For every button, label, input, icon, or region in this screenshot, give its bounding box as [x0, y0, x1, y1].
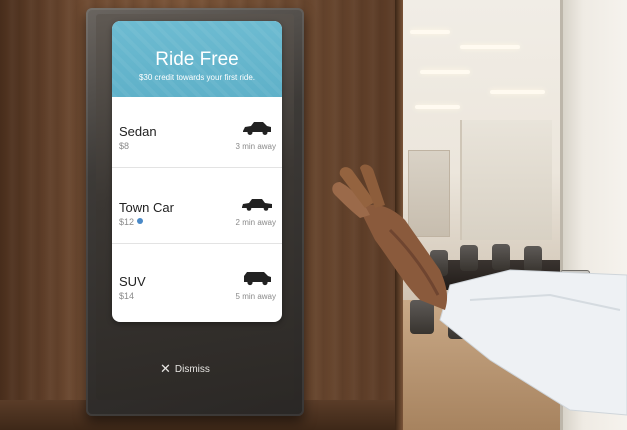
ride-name: Town Car — [119, 200, 174, 215]
ride-option-sedan[interactable]: Sedan $8 3 min away — [112, 97, 282, 168]
town-car-icon — [242, 199, 272, 211]
ride-name: SUV — [119, 274, 146, 289]
ride-option-town-car[interactable]: Town Car $12 2 min away — [112, 173, 282, 244]
ride-price: $8 — [119, 141, 130, 151]
sedan-icon — [243, 122, 271, 135]
ride-eta: 3 min away — [235, 142, 276, 151]
ride-name: Sedan — [119, 124, 157, 139]
ceiling-light — [415, 105, 460, 109]
promo-subtitle: $30 credit towards your first ride. — [138, 73, 256, 82]
ceiling-light — [420, 70, 470, 74]
dismiss-button[interactable]: ✕ Dismiss — [160, 359, 240, 379]
promo-banner: Ride Free $30 credit towards your first … — [112, 21, 282, 97]
suv-icon — [244, 272, 271, 286]
promo-title: Ride Free — [155, 49, 239, 70]
reaching-hand — [332, 164, 627, 416]
ride-option-suv[interactable]: SUV $14 5 min away — [112, 247, 282, 317]
ride-price: $14 — [119, 291, 135, 301]
info-icon[interactable] — [137, 218, 144, 224]
ride-price: $12 — [119, 217, 144, 227]
ceiling-light — [490, 90, 545, 94]
dismiss-label: Dismiss — [174, 364, 210, 375]
ceiling-light — [410, 30, 450, 34]
close-icon: ✕ — [160, 361, 171, 376]
ride-eta: 2 min away — [235, 218, 276, 227]
ride-offer-card: Ride Free $30 credit towards your first … — [112, 21, 282, 322]
ride-price-value: $12 — [119, 217, 135, 227]
ride-eta: 5 min away — [235, 292, 276, 301]
ceiling-light — [460, 45, 520, 49]
